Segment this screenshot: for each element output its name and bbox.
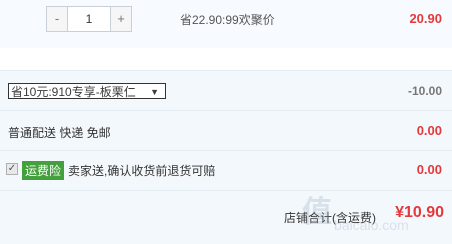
coupon-discount: -10.00 xyxy=(407,84,442,98)
total-value: ¥10.90 xyxy=(395,204,444,221)
dropdown-arrow-icon: ▼ xyxy=(150,87,159,97)
shipping-row: 普通配送 快递 免邮 0.00 xyxy=(0,110,452,151)
insurance-badge: 运费险 xyxy=(22,161,65,180)
coupon-row: 省10元:910专享-板栗仁 ▼ -10.00 xyxy=(0,70,452,111)
shipping-price: 0.00 xyxy=(416,123,442,138)
coupon-selected-value: 省10元:910专享-板栗仁 xyxy=(11,85,136,99)
insurance-text: 卖家送,确认收货前退货可赔 xyxy=(68,164,216,178)
promo-note: 省22.90:99欢聚价 xyxy=(180,13,275,27)
insurance-row: ✓ 运费险 卖家送,确认收货前退货可赔 0.00 xyxy=(0,150,452,191)
quantity-input[interactable]: 1 xyxy=(67,7,111,31)
item-row: - 1 + 省22.90:99欢聚价 20.90 xyxy=(0,0,452,48)
item-subtotal: 20.90 xyxy=(409,11,442,26)
quantity-stepper: - 1 + xyxy=(46,6,132,32)
decrease-button[interactable]: - xyxy=(47,7,67,31)
coupon-select[interactable]: 省10元:910专享-板栗仁 ▼ xyxy=(8,83,166,99)
shipping-label: 普通配送 快递 免邮 xyxy=(8,126,111,140)
increase-button[interactable]: + xyxy=(111,7,131,31)
total-row: 店铺合计(含运费) ¥10.90 xyxy=(0,190,452,244)
total-label: 店铺合计(含运费) xyxy=(284,211,376,225)
insurance-checkbox[interactable]: ✓ xyxy=(6,163,18,175)
insurance-price: 0.00 xyxy=(416,162,442,177)
